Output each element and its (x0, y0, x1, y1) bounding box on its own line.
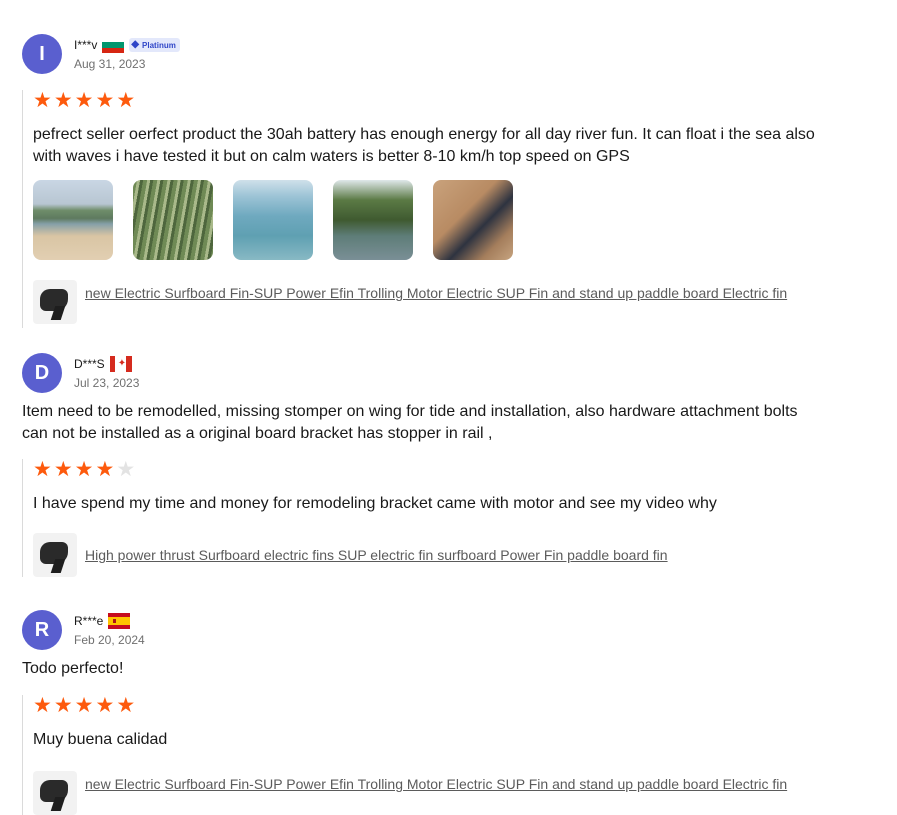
star-icon: ★ (53, 694, 73, 717)
review-header: D D***S ✦ Jul 23, 2023 (22, 353, 822, 397)
reviewer-name-row: I***v ◆ Platinum (74, 37, 180, 53)
review-photos (33, 180, 822, 260)
star-icon: ★ (33, 89, 52, 112)
review-photo[interactable] (433, 180, 513, 260)
star-icon: ★ (116, 89, 136, 112)
product-link[interactable]: High power thrust Surfboard electric fin… (85, 546, 668, 564)
review-photo[interactable] (333, 180, 413, 260)
review-item: I I***v ◆ Platinum Aug 31, 2023 ★ ★ ★ ★ … (22, 34, 822, 328)
star-empty-icon: ★ (116, 458, 136, 481)
product-link-row[interactable]: new Electric Surfboard Fin-SUP Power Efi… (33, 771, 822, 815)
reviewer-name: R***e (74, 614, 104, 628)
star-rating: ★ ★ ★ ★ ★ (33, 459, 822, 481)
review-photo[interactable] (33, 180, 113, 260)
reviewer-name: I***v (74, 38, 98, 52)
avatar: I (22, 34, 62, 74)
reviewer-name: D***S (74, 357, 105, 371)
review-header: R R***e Feb 20, 2024 (22, 610, 822, 654)
product-thumbnail[interactable] (33, 771, 77, 815)
review-sub-block: ★ ★ ★ ★ ★ pefrect seller oerfect product… (22, 90, 822, 328)
review-date: Feb 20, 2024 (74, 633, 145, 647)
spain-flag-icon (108, 613, 131, 629)
review-additional-block: ★ ★ ★ ★ ★ I have spend my time and money… (22, 459, 822, 577)
review-initial-text: Todo perfecto! (22, 660, 124, 677)
reviewer-name-row: R***e (74, 613, 131, 629)
product-thumbnail[interactable] (33, 533, 77, 577)
badge-label: Platinum (142, 40, 176, 50)
star-icon: ★ (53, 458, 73, 481)
star-icon: ★ (74, 694, 94, 717)
review-photo[interactable] (233, 180, 313, 260)
review-date: Aug 31, 2023 (74, 57, 146, 71)
review-text: Muy buena calidad (33, 731, 168, 748)
review-item: R R***e Feb 20, 2024 Todo perfecto! ★ ★ … (22, 610, 822, 815)
review-text: I have spend my time and money for remod… (33, 495, 717, 512)
star-icon: ★ (74, 458, 94, 481)
star-rating: ★ ★ ★ ★ ★ (33, 695, 822, 717)
product-link[interactable]: new Electric Surfboard Fin-SUP Power Efi… (85, 284, 787, 302)
star-icon: ★ (74, 89, 94, 112)
reviewer-name-row: D***S ✦ (74, 356, 132, 372)
product-thumbnail[interactable] (33, 280, 77, 324)
avatar: D (22, 353, 62, 393)
product-link[interactable]: new Electric Surfboard Fin-SUP Power Efi… (85, 775, 787, 793)
avatar: R (22, 610, 62, 650)
star-icon: ★ (33, 458, 52, 481)
product-link-row[interactable]: new Electric Surfboard Fin-SUP Power Efi… (33, 280, 822, 324)
review-header: I I***v ◆ Platinum Aug 31, 2023 (22, 34, 822, 78)
review-date: Jul 23, 2023 (74, 376, 140, 390)
star-icon: ★ (116, 694, 136, 717)
star-icon: ★ (95, 458, 115, 481)
diamond-icon: ◆ (131, 39, 140, 50)
platinum-badge: ◆ Platinum (129, 38, 180, 52)
star-icon: ★ (95, 694, 115, 717)
review-item: D D***S ✦ Jul 23, 2023 Item need to be r… (22, 353, 822, 577)
review-text: pefrect seller oerfect product the 30ah … (33, 126, 815, 165)
canada-flag-icon: ✦ (109, 356, 132, 372)
review-initial-text: Item need to be remodelled, missing stom… (22, 403, 798, 442)
star-icon: ★ (53, 89, 73, 112)
review-photo[interactable] (133, 180, 213, 260)
star-rating: ★ ★ ★ ★ ★ (33, 90, 822, 112)
product-link-row[interactable]: High power thrust Surfboard electric fin… (33, 533, 822, 577)
star-icon: ★ (95, 89, 115, 112)
star-icon: ★ (33, 694, 52, 717)
bulgaria-flag-icon (102, 37, 125, 53)
review-additional-block: ★ ★ ★ ★ ★ Muy buena calidad new Electric… (22, 695, 822, 815)
